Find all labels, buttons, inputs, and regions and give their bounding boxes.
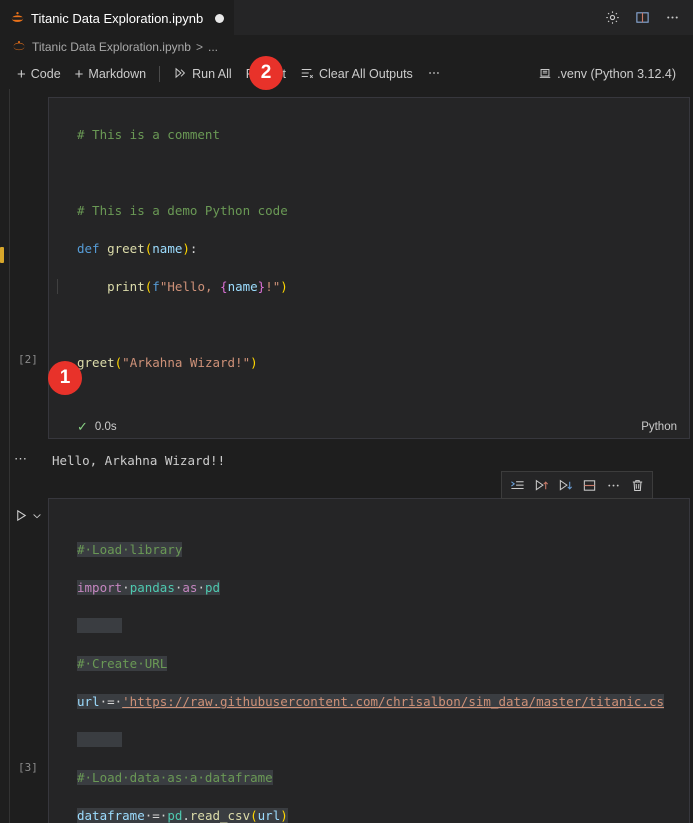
settings-gear-icon[interactable]	[599, 5, 625, 31]
more-actions-icon[interactable]	[601, 473, 625, 497]
add-markdown-cell-button[interactable]: + Markdown	[68, 64, 153, 85]
editor-tab-bar: Titanic Data Exploration.ipynb	[0, 0, 693, 35]
cell-1-output: ⋯ Hello, Arkahna Wizard!!	[0, 447, 693, 474]
cell-1-status-bar: ✓ 0.0s Python	[49, 416, 689, 438]
more-actions-icon[interactable]	[659, 5, 685, 31]
annotation-badge-2: 2	[249, 56, 283, 90]
breadcrumb-jupyter-notebook-icon	[12, 40, 27, 55]
breadcrumb-file-label[interactable]: Titanic Data Exploration.ipynb	[32, 40, 191, 54]
editor-tab-titanic-notebook[interactable]: Titanic Data Exploration.ipynb	[0, 0, 234, 35]
cell-1-code[interactable]: # This is a comment # This is a demo Pyt…	[49, 98, 689, 416]
cell-2-code[interactable]: #·Load·library import·pandas·as·pd #·Cre…	[49, 499, 689, 823]
notebook-cell-2[interactable]: #·Load·library import·pandas·as·pd #·Cre…	[0, 498, 693, 823]
execute-above-cells-icon[interactable]	[529, 473, 553, 497]
cell-2-editor[interactable]: #·Load·library import·pandas·as·pd #·Cre…	[48, 498, 690, 823]
breadcrumb-ellipsis[interactable]: ...	[208, 40, 218, 54]
jupyter-notebook-icon	[10, 11, 25, 26]
annotation-badge-1: 1	[48, 361, 82, 395]
clear-all-outputs-icon	[300, 66, 314, 83]
add-code-cell-button[interactable]: + Code	[10, 64, 68, 85]
run-all-label: Run All	[192, 67, 232, 81]
cell-1-duration: 0.0s	[95, 421, 117, 433]
toolbar-more-actions-button[interactable]	[420, 63, 448, 86]
add-markdown-cell-label: Markdown	[88, 67, 146, 81]
notebook-toolbar: + Code + Markdown Run All Restart Clear …	[0, 59, 693, 89]
delete-cell-icon[interactable]	[625, 473, 649, 497]
cell-1-output-text: Hello, Arkahna Wizard!!	[48, 447, 225, 474]
success-check-icon: ✓	[77, 419, 88, 435]
breadcrumb-separator-icon: >	[196, 40, 203, 54]
editor-tab-actions	[599, 0, 693, 35]
toolbar-divider	[159, 66, 160, 82]
cell-2-execution-count: [3]	[18, 761, 38, 774]
unsaved-indicator-dot[interactable]	[215, 14, 224, 23]
run-all-button[interactable]: Run All	[166, 63, 239, 86]
add-code-cell-label: Code	[31, 67, 61, 81]
split-editor-icon[interactable]	[629, 5, 655, 31]
cell-1-language[interactable]: Python	[641, 421, 681, 433]
more-actions-icon	[427, 66, 441, 83]
plus-icon: +	[75, 67, 84, 82]
cell-1-editor[interactable]: # This is a comment # This is a demo Pyt…	[48, 97, 690, 439]
output-more-actions-icon[interactable]: ⋯	[14, 451, 28, 467]
kernel-label: .venv (Python 3.12.4)	[557, 67, 676, 81]
kernel-icon	[538, 66, 552, 83]
notebook-body[interactable]: # This is a comment # This is a demo Pyt…	[0, 89, 693, 823]
notebook-cell-1[interactable]: # This is a comment # This is a demo Pyt…	[0, 89, 693, 439]
run-cell-icon[interactable]	[14, 508, 29, 528]
cell-2-hover-toolbar[interactable]	[501, 471, 653, 499]
plus-icon: +	[17, 67, 26, 82]
clear-all-outputs-button[interactable]: Clear All Outputs	[293, 63, 420, 86]
chevron-down-icon[interactable]	[31, 509, 43, 527]
execute-cell-and-below-icon[interactable]	[553, 473, 577, 497]
breadcrumb: Titanic Data Exploration.ipynb > ...	[0, 35, 693, 59]
editor-tab-label: Titanic Data Exploration.ipynb	[31, 11, 203, 26]
run-all-icon	[173, 66, 187, 83]
clear-all-outputs-label: Clear All Outputs	[319, 67, 413, 81]
split-cell-icon[interactable]	[577, 473, 601, 497]
cell-1-execution-count: [2]	[18, 353, 38, 366]
cell-2-run-gutter[interactable]	[14, 508, 43, 528]
run-by-line-icon[interactable]	[505, 473, 529, 497]
kernel-selector-button[interactable]: .venv (Python 3.12.4)	[531, 63, 683, 86]
